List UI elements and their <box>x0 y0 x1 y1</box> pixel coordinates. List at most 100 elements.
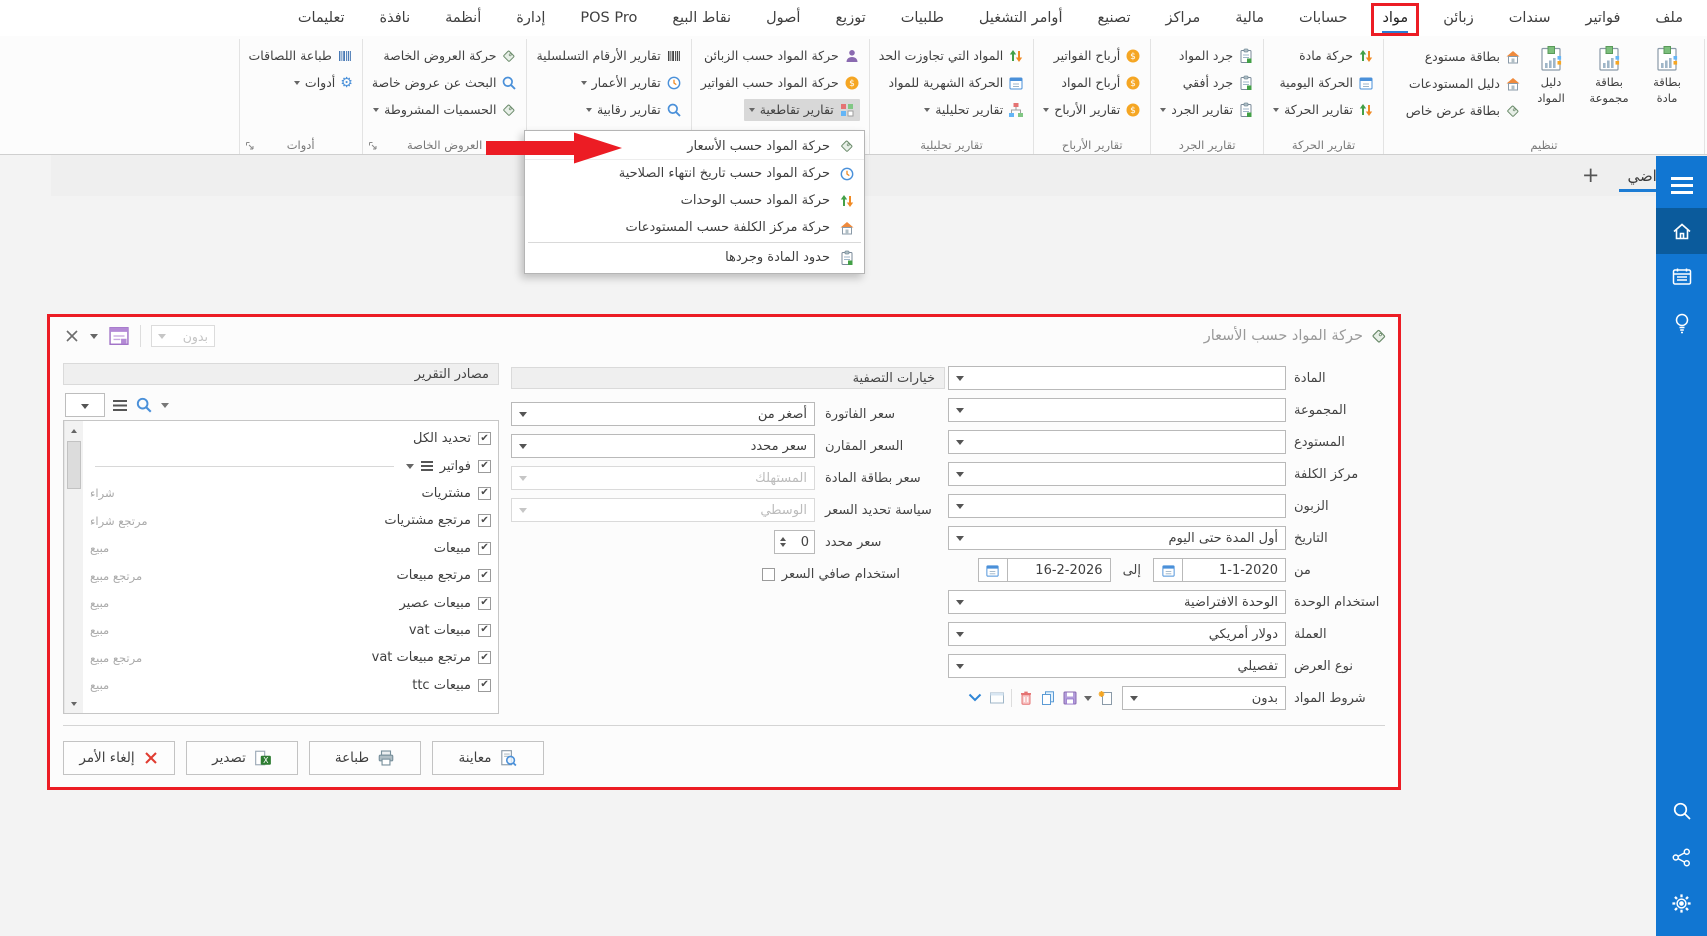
menu-item-systems[interactable]: أنظمة <box>445 10 481 26</box>
menu-item-accounts[interactable]: حسابات <box>1299 10 1347 26</box>
sidebar-item-search[interactable] <box>1656 788 1707 834</box>
display-type-combobox[interactable]: تفصيلي <box>948 654 1286 678</box>
dialog-launcher-icon[interactable] <box>368 141 378 151</box>
conditional-discounts-dropdown[interactable]: الحسميات المشروطة <box>372 96 518 123</box>
menu-item-centers[interactable]: مراكز <box>1166 10 1201 26</box>
source-row-sales[interactable]: مبيعاتمبيع <box>90 535 491 562</box>
source-row-purchases[interactable]: مشترياتشراء <box>90 480 491 507</box>
checkbox-checked[interactable] <box>478 432 491 445</box>
invoice-price-combobox[interactable]: أصغر من <box>511 402 815 426</box>
window-icon[interactable] <box>989 690 1005 706</box>
date-to-calendar-button[interactable] <box>978 558 1007 582</box>
preview-button[interactable]: معاينة <box>432 741 544 775</box>
menu-item-pos[interactable]: نقاط البيع <box>672 10 731 26</box>
material-combobox[interactable] <box>948 366 1286 390</box>
materials-exceeded-limit-button[interactable]: المواد التي تجاوزت الحد <box>879 42 1025 69</box>
menu-item-movement-by-units[interactable]: حركة المواد حسب الوحدات <box>525 187 864 214</box>
source-row-vat-sales-returns[interactable]: مرتجع مبيعات vatمرتجع مبيع <box>90 644 491 671</box>
menu-item-orders[interactable]: طلبيات <box>901 10 944 26</box>
print-button[interactable]: طباعة <box>309 741 421 775</box>
sources-scrollbar[interactable] <box>64 421 83 713</box>
profit-reports-dropdown[interactable]: تقارير الأرباح <box>1043 96 1141 123</box>
special-offer-card-button[interactable]: بطاقة عرض خاص <box>1406 97 1521 124</box>
menu-item-window[interactable]: نافذة <box>380 10 411 26</box>
print-labels-button[interactable]: طباعة اللصاقات <box>249 42 353 69</box>
chevron-down-icon[interactable] <box>90 334 98 339</box>
menu-item-pos-pro[interactable]: POS Pro <box>580 10 637 26</box>
hamburger-menu-button[interactable] <box>1656 162 1707 208</box>
serial-numbers-reports-button[interactable]: تقارير الأرقام التسلسلية <box>536 42 681 69</box>
daily-movement-button[interactable]: الحركة اليومية <box>1273 69 1374 96</box>
close-icon[interactable] <box>64 328 80 344</box>
save-icon[interactable] <box>1062 690 1078 706</box>
material-profits-button[interactable]: أرباح المواد <box>1043 69 1141 96</box>
date-from-calendar-button[interactable] <box>1153 558 1182 582</box>
dialog-launcher-icon[interactable] <box>245 141 255 151</box>
checkbox-checked[interactable] <box>478 569 491 582</box>
group-card-button[interactable]: بطاقةمجموعة <box>1581 42 1637 124</box>
menu-item-work-orders[interactable]: أوامر التشغيل <box>979 10 1063 26</box>
compared-price-combobox[interactable]: سعر محدد <box>511 434 815 458</box>
menu-item-assets[interactable]: أصول <box>766 10 800 26</box>
report-layout-icon[interactable] <box>108 325 130 347</box>
materials-inventory-button[interactable]: جرد المواد <box>1160 42 1254 69</box>
sidebar-item-home-selected[interactable] <box>1656 208 1707 254</box>
material-card-button[interactable]: بطاقةمادة <box>1639 42 1695 124</box>
menu-item-vouchers[interactable]: سندات <box>1509 10 1551 26</box>
warehouses-guide-button[interactable]: دليل المستودعات <box>1406 70 1521 97</box>
source-row-sales-returns[interactable]: مرتجع مبيعاتمرتجع مبيع <box>90 562 491 589</box>
material-movement-button[interactable]: حركة مادة <box>1273 42 1374 69</box>
scrollbar-thumb[interactable] <box>67 441 81 489</box>
cancel-button[interactable]: إلغاء الأمر <box>63 741 175 775</box>
delete-icon[interactable] <box>1018 690 1034 706</box>
sidebar-item-calendar[interactable] <box>1656 254 1707 300</box>
menu-item-distribution[interactable]: توزيع <box>835 10 865 26</box>
source-row-select-all[interactable]: تحديد الكل <box>90 425 491 452</box>
control-reports-dropdown[interactable]: تقارير رقابية <box>536 96 681 123</box>
sidebar-item-share[interactable] <box>1656 834 1707 880</box>
spinner-arrows[interactable] <box>780 537 786 547</box>
menu-item-material-limits[interactable]: حدود المادة وجردها <box>525 244 864 271</box>
unit-usage-combobox[interactable]: الوحدة الافتراضية <box>948 590 1286 614</box>
menu-item-invoices[interactable]: فواتير <box>1586 10 1621 26</box>
date-from-input[interactable]: 1-1-2020 <box>1182 558 1286 582</box>
checkbox-checked[interactable] <box>478 542 491 555</box>
analytical-reports-dropdown[interactable]: تقارير تحليلية <box>879 96 1025 123</box>
scroll-up-button[interactable] <box>65 421 83 440</box>
age-reports-dropdown[interactable]: تقارير الأعمار <box>536 69 681 96</box>
new-condition-icon[interactable] <box>1098 690 1114 706</box>
group-combobox[interactable] <box>948 398 1286 422</box>
customer-combobox[interactable] <box>948 494 1286 518</box>
materials-guide-button[interactable]: دليلالمواد <box>1523 42 1579 124</box>
source-row-invoices-group[interactable]: فواتير <box>90 452 491 479</box>
menu-item-administration[interactable]: إدارة <box>516 10 545 26</box>
warehouse-card-button[interactable]: بطاقة مستودع <box>1406 43 1521 70</box>
chevron-down-icon[interactable] <box>1084 696 1092 701</box>
menu-item-customers[interactable]: زبائن <box>1443 10 1474 26</box>
menu-item-materials-active[interactable]: مواد <box>1382 10 1408 26</box>
monthly-movement-button[interactable]: الحركة الشهرية للمواد <box>879 69 1025 96</box>
source-row-vat-sales[interactable]: مبيعات vatمبيع <box>90 617 491 644</box>
checkbox-checked[interactable] <box>478 460 491 473</box>
chevron-down-icon[interactable] <box>161 403 169 408</box>
layout-preset-combobox[interactable]: بدون <box>151 325 215 347</box>
movement-by-customers-button[interactable]: حركة المواد حسب الزبائن <box>701 42 860 69</box>
expand-chevron-icon[interactable] <box>967 690 983 706</box>
scroll-down-button[interactable] <box>65 694 83 713</box>
invoice-profits-button[interactable]: أرباح الفواتير <box>1043 42 1141 69</box>
group-menu-icon[interactable] <box>421 461 433 463</box>
checkbox-checked[interactable] <box>478 597 491 610</box>
special-offers-movement-button[interactable]: حركة العروض الخاصة <box>372 42 518 69</box>
currency-combobox[interactable]: دولار أمريكي <box>948 622 1286 646</box>
search-special-offers-button[interactable]: البحث عن عروض خاصة <box>372 69 518 96</box>
add-tab-button[interactable]: + <box>1574 165 1608 186</box>
movement-reports-dropdown[interactable]: تقارير الحركة <box>1273 96 1374 123</box>
sidebar-item-tips[interactable] <box>1656 300 1707 346</box>
cost-center-combobox[interactable] <box>948 462 1286 486</box>
horizontal-inventory-button[interactable]: جرد أفقي <box>1160 69 1254 96</box>
checkbox-checked[interactable] <box>478 651 491 664</box>
date-range-combobox[interactable]: أول المدة حتى اليوم <box>948 526 1286 550</box>
cross-reports-dropdown-highlighted[interactable]: تقارير تقاطعية <box>744 99 860 121</box>
checkbox-checked[interactable] <box>478 514 491 527</box>
material-conditions-combobox[interactable]: بدون <box>1122 686 1286 710</box>
